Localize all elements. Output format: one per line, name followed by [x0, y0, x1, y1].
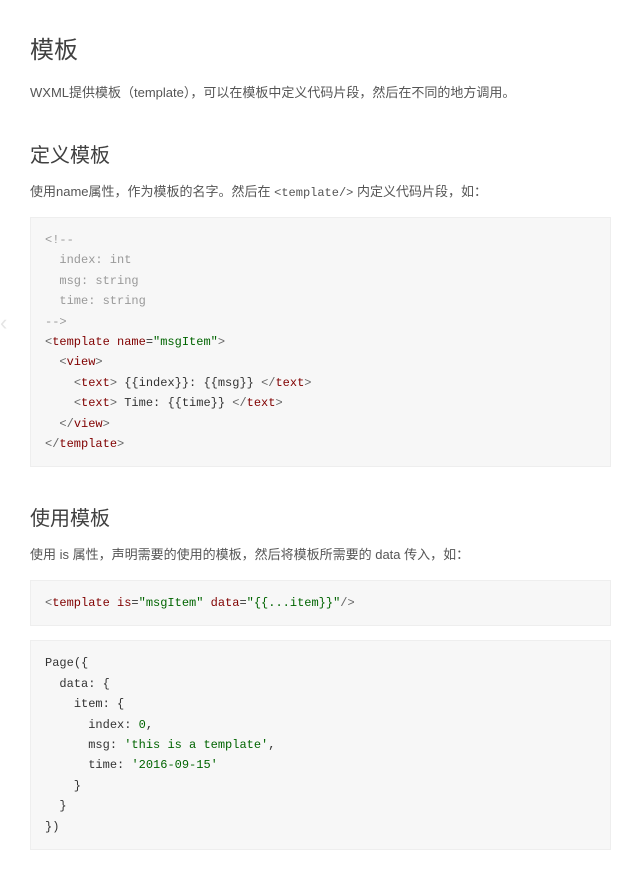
use-paragraph: 使用 is 属性，声明需要的使用的模板，然后将模板所需要的 data 传入，如： [30, 545, 611, 566]
page-title: 模板 [30, 30, 611, 65]
code-block-page: Page({ data: { item: { index: 0, msg: 't… [30, 640, 611, 850]
section-use-heading: 使用模板 [30, 502, 611, 531]
section-define-heading: 定义模板 [30, 139, 611, 168]
nav-prev-chevron-icon[interactable]: ‹ [0, 310, 7, 336]
code-block-use: <template is="msgItem" data="{{...item}}… [30, 580, 611, 626]
intro-paragraph: WXML提供模板（template），可以在模板中定义代码片段，然后在不同的地方… [30, 83, 611, 104]
code-block-define: <!-- index: int msg: string time: string… [30, 217, 611, 467]
define-paragraph: 使用name属性，作为模板的名字。然后在 <template/> 内定义代码片段… [30, 182, 611, 203]
inline-code-template: <template/> [274, 186, 353, 200]
